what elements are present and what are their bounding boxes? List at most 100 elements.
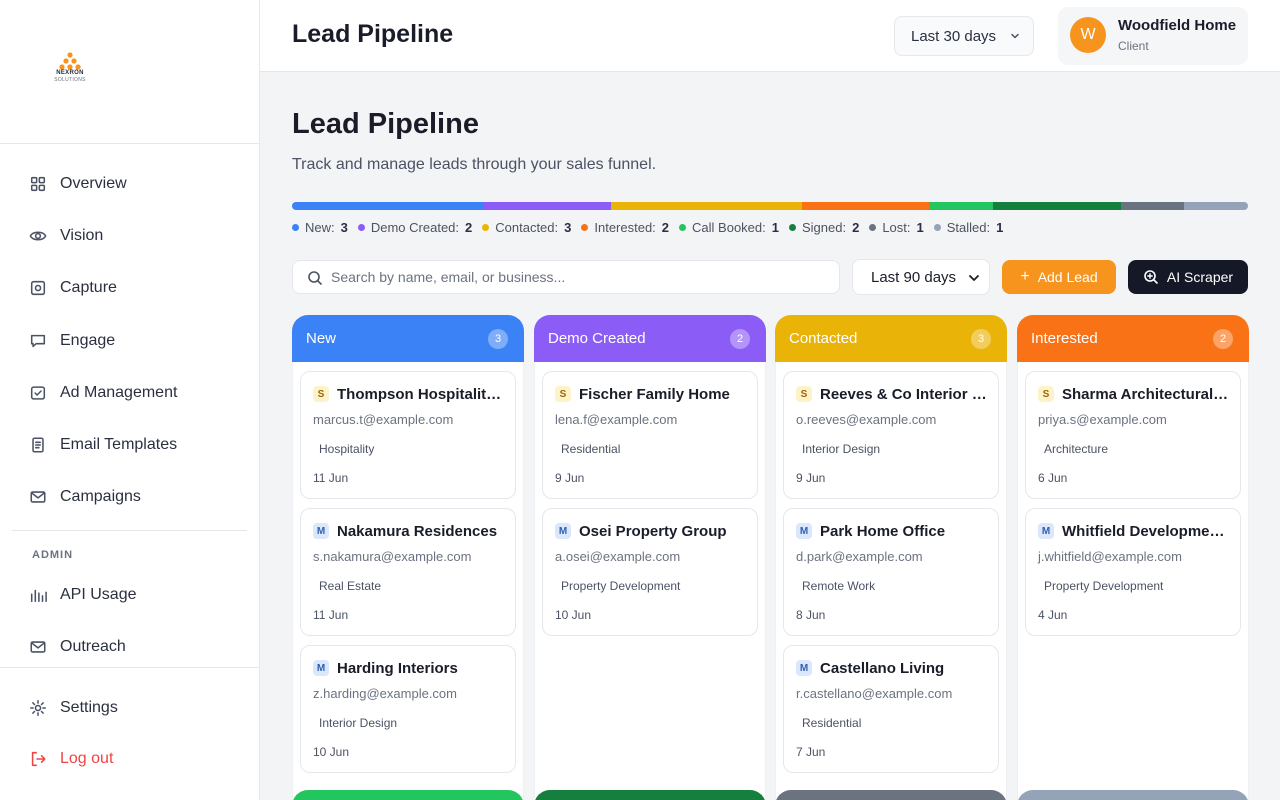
sidebar-item-campaigns[interactable]: Campaigns xyxy=(16,477,244,517)
date-range-dropdown[interactable]: Last 30 days xyxy=(894,16,1034,56)
lead-email: s.nakamura@example.com xyxy=(313,549,472,564)
legend-label: Lost: xyxy=(882,220,911,235)
search-input[interactable] xyxy=(331,269,821,285)
lead-industry-tag: Remote Work xyxy=(796,575,882,597)
legend-label: Signed: xyxy=(801,220,847,235)
tier-badge: S xyxy=(313,386,329,402)
legend-label: Call Booked: xyxy=(692,220,766,235)
column-title: Contacted xyxy=(789,330,858,347)
lead-name: Fischer Family Home xyxy=(579,386,730,403)
lead-industry-tag: Residential xyxy=(796,712,868,734)
sidebar-item-label: Settings xyxy=(60,699,118,716)
lead-email: priya.s@example.com xyxy=(1038,412,1167,427)
eye-icon xyxy=(28,226,48,246)
lead-email: j.whitfield@example.com xyxy=(1038,549,1182,564)
sidebar-item-label: Capture xyxy=(60,279,117,296)
chevron-down-icon xyxy=(1011,33,1019,39)
lead-card[interactable]: M Osei Property Group a.osei@example.com Pr… xyxy=(542,508,758,636)
lead-card[interactable]: S Sharma Architectural Studio priya.s@exam… xyxy=(1025,371,1241,499)
lead-card[interactable]: M Park Home Office d.park@example.com Remot… xyxy=(783,508,999,636)
lead-date: 11 Jun xyxy=(313,608,349,622)
lead-industry-tag: Residential xyxy=(555,438,627,460)
lead-card[interactable]: M Nakamura Residences s.nakamura@example.c… xyxy=(300,508,516,636)
page-subtitle: Track and manage leads through your sale… xyxy=(292,156,657,173)
lead-name: Reeves & Co Interior Design xyxy=(820,386,988,403)
grid-icon xyxy=(28,174,48,194)
search-box[interactable] xyxy=(292,260,840,294)
next-column-header xyxy=(775,790,1007,800)
legend-label: Demo Created: xyxy=(370,220,460,235)
user-name: Woodfield Home xyxy=(1118,17,1237,34)
lead-industry-tag: Property Development xyxy=(1038,575,1170,597)
sidebar-item-overview[interactable]: Overview xyxy=(16,164,244,204)
sidebar-item-label: Outreach xyxy=(60,638,126,655)
lead-industry-tag: Architecture xyxy=(1038,438,1115,460)
lead-industry-tag: Interior Design xyxy=(796,438,887,460)
lead-card[interactable]: M Harding Interiors z.harding@example.com I… xyxy=(300,645,516,773)
ai-scraper-button[interactable]: AI Scraper xyxy=(1128,260,1248,294)
top-bar: Lead Pipeline Last 30 days W Woodfield H… xyxy=(260,0,1280,72)
tier-badge: M xyxy=(796,523,812,539)
legend-label: New: xyxy=(305,220,335,235)
lead-name: Castellano Living xyxy=(820,660,945,677)
sidebar-item-label: Campaigns xyxy=(60,488,141,505)
lead-date: 4 Jun xyxy=(1038,608,1068,622)
legend-item: Stalled: 1 xyxy=(933,220,1004,235)
sidebar-item-engage[interactable]: Engage xyxy=(16,321,244,361)
legend-count: 2 xyxy=(465,220,473,235)
lead-card[interactable]: S Thompson Hospitality Group marcus.t@exam… xyxy=(300,371,516,499)
next-column-header xyxy=(534,790,766,800)
period-select[interactable]: Last 90 days xyxy=(852,259,990,295)
lead-email: lena.f@example.com xyxy=(555,412,678,427)
funnel-segment xyxy=(292,202,484,210)
column-header: Demo Created 2 xyxy=(534,315,766,362)
ai-scraper-label: AI Scraper xyxy=(1166,269,1234,285)
tier-badge: S xyxy=(1038,386,1054,402)
logout-icon xyxy=(28,749,48,769)
lead-card[interactable]: M Castellano Living r.castellano@example.c… xyxy=(783,645,999,773)
lead-industry-tag: Hospitality xyxy=(313,438,381,460)
logo-mark-icon xyxy=(59,52,81,70)
column-title: Interested xyxy=(1031,330,1098,347)
lead-name: Sharma Architectural Studio xyxy=(1062,386,1230,403)
lead-email: r.castellano@example.com xyxy=(796,686,953,701)
lead-card[interactable]: M Whitfield Developments j.whitfield@examp… xyxy=(1025,508,1241,636)
funnel-segment xyxy=(483,202,611,210)
lead-card[interactable]: S Reeves & Co Interior Design o.reeves@exa… xyxy=(783,371,999,499)
lead-date: 9 Jun xyxy=(555,471,585,485)
legend-dot-icon xyxy=(581,224,589,231)
sidebar-item-capture[interactable]: Capture xyxy=(16,268,244,308)
sidebar-item-vision[interactable]: Vision xyxy=(16,216,244,256)
tier-badge: S xyxy=(796,386,812,402)
lead-card[interactable]: S Fischer Family Home lena.f@example.com Re… xyxy=(542,371,758,499)
funnel-segment xyxy=(801,202,930,210)
search-icon xyxy=(308,271,322,285)
logout-button[interactable]: Log out xyxy=(16,739,244,779)
logo-tagline: SOLUTIONS xyxy=(54,77,86,83)
column-header: Interested 2 xyxy=(1017,315,1249,362)
add-lead-label: Add Lead xyxy=(1037,269,1098,285)
sidebar-item-api-usage[interactable]: API Usage xyxy=(16,575,244,615)
sidebar-item-label: Engage xyxy=(60,332,116,349)
lead-email: z.harding@example.com xyxy=(313,686,457,701)
header-title: Lead Pipeline xyxy=(292,20,454,48)
next-column-header xyxy=(292,790,524,800)
sidebar-item-label: Vision xyxy=(60,227,104,244)
funnel-segment xyxy=(929,202,994,210)
legend-count: 1 xyxy=(996,220,1004,235)
lead-date: 6 Jun xyxy=(1038,471,1068,485)
tier-badge: M xyxy=(796,660,812,676)
document-icon xyxy=(28,435,48,455)
logout-label: Log out xyxy=(60,750,114,767)
capture-icon xyxy=(28,278,48,298)
sidebar-item-label: API Usage xyxy=(60,586,137,603)
sidebar-item-email-templates[interactable]: Email Templates xyxy=(16,425,244,465)
sidebar-item-outreach[interactable]: Outreach xyxy=(16,627,244,667)
column-title: Demo Created xyxy=(548,330,646,347)
user-profile[interactable]: W Woodfield Home Client xyxy=(1058,7,1248,65)
sidebar: NEXRON SOLUTIONS Overview Vision Capture… xyxy=(0,0,260,800)
add-lead-button[interactable]: + Add Lead xyxy=(1002,260,1116,294)
sidebar-item-settings[interactable]: Settings xyxy=(16,688,244,728)
column-count-badge: 3 xyxy=(488,329,508,349)
sidebar-item-ad-management[interactable]: Ad Management xyxy=(16,373,244,413)
